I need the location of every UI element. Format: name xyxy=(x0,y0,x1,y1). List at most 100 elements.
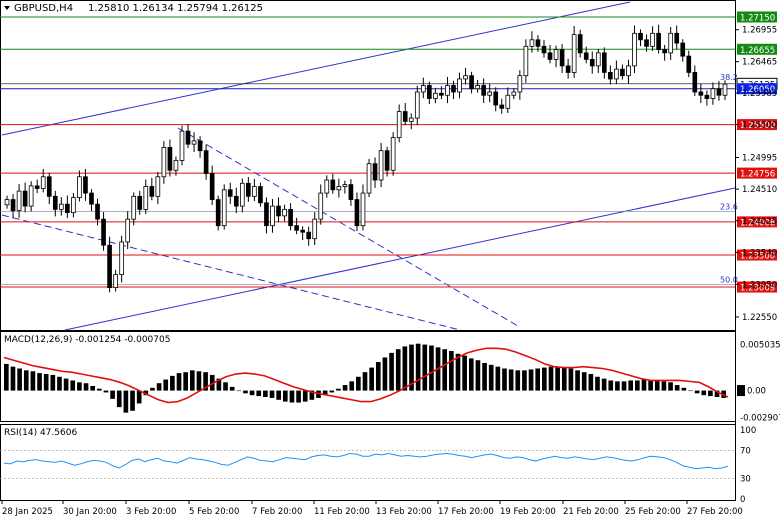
rsi-tick-label: 30 xyxy=(740,474,751,484)
macd-tick-label: -0.002907 xyxy=(740,413,780,423)
candle xyxy=(52,190,58,217)
candle xyxy=(22,182,28,213)
macd-histogram-bar xyxy=(263,390,268,398)
macd-histogram-bar xyxy=(482,362,487,391)
candle xyxy=(40,168,46,193)
bull-candle-body xyxy=(457,78,462,93)
macd-histogram-bar xyxy=(515,370,521,391)
macd-histogram-bar xyxy=(575,370,580,391)
candle xyxy=(523,39,529,83)
macd-histogram-bar xyxy=(63,378,69,391)
price-tick-label: 1.25500 xyxy=(742,121,777,131)
candle xyxy=(119,235,124,283)
time-tick-label: 30 Jan 20:00 xyxy=(63,507,117,517)
fib-label: 38.2 xyxy=(720,73,738,82)
candle xyxy=(83,168,88,201)
candle xyxy=(505,87,511,113)
candle xyxy=(161,141,167,184)
macd-histogram-bar xyxy=(674,385,680,391)
bull-candle-body xyxy=(28,185,34,207)
candle xyxy=(294,217,299,235)
lower-channel-line[interactable] xyxy=(64,187,736,331)
macd-histogram-bar xyxy=(701,390,707,396)
trading-chart[interactable]: 1.271501.266551.261251.260501.255001.247… xyxy=(0,0,780,520)
macd-histogram-bar xyxy=(336,388,341,391)
macd-histogram-bar xyxy=(329,390,335,393)
symbol-label[interactable]: GBPUSD,H4 xyxy=(14,3,73,14)
macd-histogram-bar xyxy=(269,390,275,398)
bear-candle-body xyxy=(481,85,486,96)
bull-candle-body xyxy=(143,186,149,210)
bear-candle-body xyxy=(246,182,251,197)
upper-channel-line[interactable] xyxy=(1,1,631,136)
bear-candle-body xyxy=(306,231,312,240)
rsi-tick-label: 70 xyxy=(740,447,751,457)
bear-candle-body xyxy=(167,147,173,171)
chart-canvas[interactable]: 1.271501.266551.261251.260501.255001.247… xyxy=(0,0,780,520)
bear-candle-body xyxy=(547,52,553,60)
descending-dashed-line-2[interactable] xyxy=(1,214,461,331)
price-tick-label: 1.23050 xyxy=(742,280,777,290)
candle xyxy=(577,29,583,58)
macd-histogram-bar xyxy=(349,381,355,391)
candle xyxy=(439,86,444,100)
candle xyxy=(402,102,408,126)
macd-histogram-bar xyxy=(455,353,461,391)
macd-histogram-bar xyxy=(296,390,301,403)
candle xyxy=(433,87,438,104)
price-tick-label: 1.24510 xyxy=(742,185,777,195)
price-tick-label: 1.26465 xyxy=(742,58,777,68)
macd-histogram-bar xyxy=(402,346,408,391)
bull-candle-body xyxy=(523,45,529,77)
bear-candle-body xyxy=(656,32,661,51)
macd-histogram-bar xyxy=(429,345,434,391)
symbol-dropdown-icon[interactable] xyxy=(4,6,10,10)
candle xyxy=(517,70,523,100)
bear-candle-body xyxy=(209,173,215,200)
candle xyxy=(722,80,728,100)
macd-histogram-bar xyxy=(694,390,700,394)
candle xyxy=(318,184,324,225)
macd-pane-border xyxy=(0,331,736,422)
level-price-label: 1.26655 xyxy=(740,46,775,56)
candle xyxy=(499,98,505,114)
bull-candle-body xyxy=(390,137,396,171)
bear-candle-body xyxy=(662,49,667,54)
candle xyxy=(131,192,137,226)
candle xyxy=(620,64,625,80)
macd-histogram-bar xyxy=(50,374,56,391)
candle xyxy=(348,179,354,206)
bull-candle-body xyxy=(445,85,450,96)
rsi-tick-label: 100 xyxy=(740,426,756,436)
macd-histogram-bar xyxy=(508,369,514,391)
macd-histogram-bar xyxy=(555,366,560,391)
macd-histogram-bar xyxy=(449,351,454,391)
candle xyxy=(34,179,40,194)
candle xyxy=(149,177,155,201)
bull-candle-body xyxy=(360,192,366,227)
macd-histogram-bar xyxy=(654,380,660,391)
macd-histogram-bar xyxy=(289,390,295,403)
bear-candle-body xyxy=(203,150,209,174)
candle xyxy=(239,178,245,213)
candle xyxy=(107,236,112,293)
time-tick-label: 19 Feb 20:00 xyxy=(500,507,556,517)
macd-histogram-bar xyxy=(395,349,401,391)
bear-candle-body xyxy=(34,185,40,189)
macd-histogram-bar xyxy=(196,371,202,391)
candle xyxy=(221,184,227,230)
bull-candle-body xyxy=(511,91,517,96)
bear-candle-body xyxy=(439,92,444,96)
macd-histogram-bar xyxy=(615,381,620,391)
bull-candle-body xyxy=(58,203,64,210)
bear-candle-body xyxy=(686,55,692,73)
candle xyxy=(246,177,251,202)
bear-candle-body xyxy=(354,199,360,227)
macd-histogram-bar xyxy=(110,390,115,399)
candle xyxy=(270,199,275,233)
macd-histogram-bar xyxy=(90,385,95,391)
macd-histogram-bar xyxy=(382,357,388,391)
descending-dashed-line-1[interactable] xyxy=(177,127,519,327)
candle xyxy=(445,76,450,104)
candle xyxy=(511,88,517,100)
